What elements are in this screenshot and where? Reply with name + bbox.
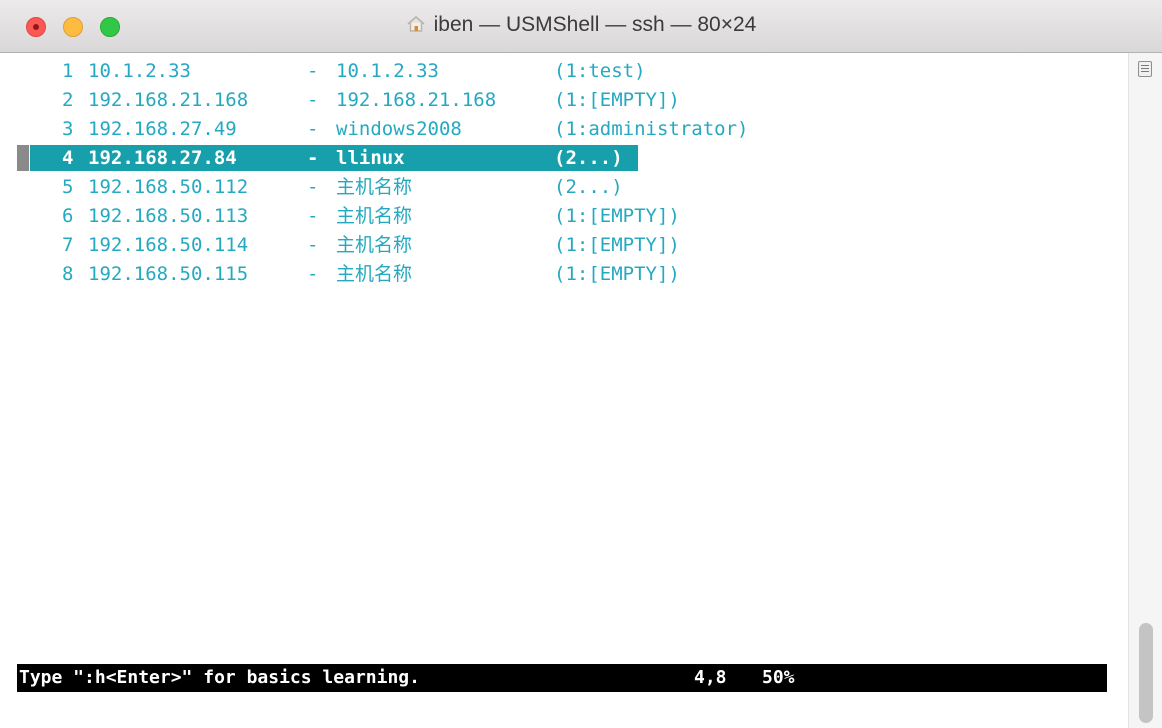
status-message: Type ":h<Enter>" for basics learning. [19,667,420,688]
host-number: 7 [62,234,74,256]
host-user: (1:[EMPTY]) [554,205,680,227]
host-user: (1:test) [554,60,646,82]
host-name: windows2008 [336,118,462,140]
status-line: Type ":h<Enter>" for basics learning. 4,… [17,664,1107,692]
host-name: 主机名称 [336,234,413,256]
selection-marker [17,145,29,171]
host-number: 4 [62,147,74,169]
home-icon [406,15,426,39]
host-separator: - [307,176,319,198]
host-name: 主机名称 [336,205,413,227]
vertical-scrollbar[interactable] [1128,53,1162,728]
document-icon [1138,61,1152,77]
window-title: iben — USMShell — ssh — 80×24 [0,13,1162,39]
host-user: (1:administrator) [554,118,749,140]
host-name: 10.1.2.33 [336,60,439,82]
host-number: 6 [62,205,74,227]
host-name: 主机名称 [336,263,413,285]
terminal-content[interactable]: 1 10.1.2.33-10.1.2.33 (1:test) 2 192.168.21.… [0,53,1128,728]
host-row[interactable]: 8 192.168.50.115 - 主机名称 (1:[EMPTY]) [0,261,1128,287]
scroll-percent: 50% [762,667,795,688]
host-name: 192.168.21.168 [336,89,497,111]
window-title-text: iben — USMShell — ssh — 80×24 [433,13,757,36]
cursor-position: 4,8 [694,667,727,688]
host-user: (1:[EMPTY]) [554,234,680,256]
host-ip: 192.168.50.114 [88,234,249,256]
host-ip: 192.168.21.168 [88,89,249,111]
host-separator: - [307,118,319,140]
host-user: (2...) [554,176,623,198]
host-row[interactable]: 1 10.1.2.33-10.1.2.33 (1:test) [0,58,1128,84]
host-ip: 192.168.50.113 [88,205,249,227]
host-separator: - [307,89,319,111]
host-separator: - [307,147,319,169]
host-ip: 192.168.50.112 [88,176,249,198]
host-ip: 192.168.50.115 [88,263,249,285]
host-row[interactable]: 3 192.168.27.49 - windows2008 (1:administrat… [0,116,1128,142]
host-name: 主机名称 [336,176,413,198]
terminal-window: iben — USMShell — ssh — 80×24 1 10.1.2.33… [0,0,1162,728]
host-ip: 192.168.27.84 [88,147,237,169]
host-separator: - [307,60,319,82]
host-number: 2 [62,89,74,111]
host-user: (2...) [554,147,623,169]
host-row[interactable]: 7 192.168.50.114 - 主机名称 (1:[EMPTY]) [0,232,1128,258]
host-row[interactable]: 5 192.168.50.112 - 主机名称 (2...) [0,174,1128,200]
host-row[interactable]: 2 192.168.21.168-192.168.21.168 (1:[EMPTY]… [0,87,1128,113]
scrollbar-thumb[interactable] [1139,623,1153,723]
host-separator: - [307,205,319,227]
host-user: (1:[EMPTY]) [554,263,680,285]
title-bar[interactable]: iben — USMShell — ssh — 80×24 [0,0,1162,53]
host-name: llinux [336,147,405,169]
host-number: 1 [62,60,74,82]
host-separator: - [307,234,319,256]
host-row[interactable]: 6 192.168.50.113 - 主机名称 (1:[EMPTY]) [0,203,1128,229]
host-ip: 192.168.27.49 [88,118,237,140]
host-number: 5 [62,176,74,198]
host-separator: - [307,263,319,285]
host-ip: 10.1.2.33 [88,60,191,82]
host-number: 8 [62,263,74,285]
host-user: (1:[EMPTY]) [554,89,680,111]
host-number: 3 [62,118,74,140]
host-row-selected[interactable]: 4 192.168.27.84 - llinux (2...) [0,145,1128,171]
